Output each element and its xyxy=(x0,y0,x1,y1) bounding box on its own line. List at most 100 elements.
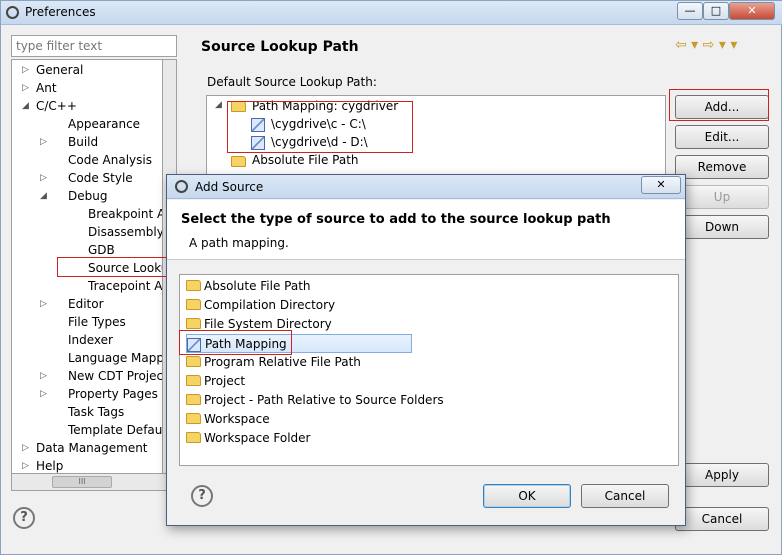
tree-item[interactable]: ▷ Property Pages Setti xyxy=(12,385,162,403)
source-type-item[interactable]: Project - Path Relative to Source Folder… xyxy=(186,391,444,410)
minimize-button[interactable]: — xyxy=(677,2,703,20)
expand-arrow-icon[interactable]: ▷ xyxy=(22,439,32,457)
up-button[interactable]: Up xyxy=(675,185,769,209)
expand-arrow-icon[interactable]: ▷ xyxy=(22,79,32,97)
source-type-item[interactable]: Workspace Folder xyxy=(186,429,412,448)
tree-item[interactable]: Template Default Va xyxy=(12,421,162,439)
selection-highlight xyxy=(57,257,175,277)
tree-item-label: Indexer xyxy=(68,333,113,347)
tree-item[interactable]: Breakpoint Actio xyxy=(12,205,162,223)
tree-item-label: Code Analysis xyxy=(68,153,152,167)
default-lookup-label: Default Source Lookup Path: xyxy=(207,75,377,89)
tree-item-label: Editor xyxy=(68,297,104,311)
apply-button[interactable]: Apply xyxy=(675,463,769,487)
dialog-cancel-button[interactable]: Cancel xyxy=(581,484,669,508)
add-source-dialog: Add Source ✕ Select the type of source t… xyxy=(166,174,686,526)
filter-input[interactable] xyxy=(11,35,177,57)
expand-arrow-icon[interactable]: ◢ xyxy=(22,97,32,115)
expand-arrow-icon[interactable]: ▷ xyxy=(40,133,50,151)
folder-icon xyxy=(186,375,201,386)
tree-item-label: Code Style xyxy=(68,171,133,185)
title-bar: Preferences — □ ✕ xyxy=(1,1,782,25)
folder-icon xyxy=(186,432,201,443)
folder-icon xyxy=(186,394,201,405)
expand-arrow-icon[interactable]: ◢ xyxy=(215,100,222,110)
tree-item-label: New CDT Project Wi xyxy=(68,369,163,383)
dialog-heading: Select the type of source to add to the … xyxy=(181,212,611,227)
tree-item[interactable]: Appearance xyxy=(12,115,162,133)
expand-arrow-icon[interactable]: ▷ xyxy=(40,367,50,385)
tree-item[interactable]: ▷ Build xyxy=(12,133,162,151)
tree-item[interactable]: ▷ Data Management xyxy=(12,439,162,457)
tree-item-label: General xyxy=(36,63,84,77)
cancel-button[interactable]: Cancel xyxy=(675,507,769,531)
close-button[interactable]: ✕ xyxy=(729,2,775,20)
tree-item[interactable]: ▷ Editor xyxy=(12,295,162,313)
tree-item-label: Data Management xyxy=(36,441,148,455)
tree-item[interactable]: Indexer xyxy=(12,331,162,349)
source-type-label: Project xyxy=(204,374,246,388)
source-type-label: Program Relative File Path xyxy=(204,355,361,369)
maximize-button[interactable]: □ xyxy=(703,2,729,20)
expand-arrow-icon[interactable]: ◢ xyxy=(40,187,50,205)
path-mapping-highlight xyxy=(227,101,413,153)
tree-item-label: Tracepoint Actio xyxy=(88,279,163,293)
tree-item-label: Language Mappings xyxy=(68,351,163,365)
tree-item[interactable]: Tracepoint Actio xyxy=(12,277,162,295)
source-type-label: Workspace Folder xyxy=(204,431,311,445)
nav-arrows[interactable]: ⇦ ▾ ⇨ ▾ ▾ xyxy=(675,37,737,53)
dialog-close-button[interactable]: ✕ xyxy=(641,176,681,194)
dialog-help-icon[interactable]: ? xyxy=(191,485,213,507)
tree-item-label: Template Default Va xyxy=(68,423,163,437)
tree-item[interactable]: ▷ Ant xyxy=(12,79,162,97)
source-type-label: Absolute File Path xyxy=(204,279,311,293)
tree-item[interactable]: ▷ New CDT Project Wi xyxy=(12,367,162,385)
source-type-label: Compilation Directory xyxy=(204,298,336,312)
source-type-item[interactable]: Compilation Directory xyxy=(186,296,412,315)
tree-item-label: Property Pages Setti xyxy=(68,387,162,401)
help-icon[interactable]: ? xyxy=(13,507,35,529)
source-type-item[interactable]: Absolute File Path xyxy=(186,277,412,296)
expand-arrow-icon[interactable]: ▷ xyxy=(22,61,32,79)
scroll-thumb[interactable]: III xyxy=(52,476,112,488)
expand-arrow-icon[interactable]: ▷ xyxy=(40,385,50,403)
edit-button[interactable]: Edit... xyxy=(675,125,769,149)
remove-button[interactable]: Remove xyxy=(675,155,769,179)
add-button-highlight xyxy=(669,89,769,121)
folder-icon xyxy=(186,299,201,310)
source-type-label: Workspace xyxy=(204,412,270,426)
window-title: Preferences xyxy=(25,5,96,19)
dialog-app-icon xyxy=(175,180,188,193)
tree-item[interactable]: ◢ C/C++ xyxy=(12,97,162,115)
folder-icon xyxy=(186,280,201,291)
folder-icon xyxy=(231,156,246,167)
tree-horizontal-scrollbar[interactable]: III xyxy=(11,473,177,491)
ok-button[interactable]: OK xyxy=(483,484,571,508)
tree-item[interactable]: Language Mappings xyxy=(12,349,162,367)
dialog-title-bar: Add Source ✕ xyxy=(167,175,685,199)
folder-icon xyxy=(186,356,201,367)
expand-arrow-icon[interactable]: ▷ xyxy=(40,169,50,187)
tree-item-label: Breakpoint Actio xyxy=(88,207,162,221)
expand-arrow-icon[interactable]: ▷ xyxy=(40,295,50,313)
tree-item-label: Disassembly xyxy=(88,225,163,239)
source-type-item[interactable]: Workspace xyxy=(186,410,412,429)
dialog-title: Add Source xyxy=(195,180,264,194)
tree-item-label: Ant xyxy=(36,81,57,95)
tree-item-label: Debug xyxy=(68,189,108,203)
tree-item[interactable]: ◢ Debug xyxy=(12,187,162,205)
tree-item[interactable]: Code Analysis xyxy=(12,151,162,169)
tree-item[interactable]: Disassembly xyxy=(12,223,162,241)
tree-item-label: C/C++ xyxy=(36,99,77,113)
tree-item[interactable]: ▷ General xyxy=(12,61,162,79)
tree-item[interactable]: Task Tags xyxy=(12,403,162,421)
tree-item[interactable]: ▷ Code Style xyxy=(12,169,162,187)
absolute-path-item[interactable]: Absolute File Path xyxy=(252,153,359,167)
tree-item-label: Appearance xyxy=(68,117,141,131)
down-button[interactable]: Down xyxy=(675,215,769,239)
source-type-item[interactable]: Program Relative File Path xyxy=(186,353,412,372)
page-title: Source Lookup Path xyxy=(201,39,359,55)
tree-item[interactable]: File Types xyxy=(12,313,162,331)
app-icon xyxy=(6,6,19,19)
source-type-item[interactable]: Project xyxy=(186,372,412,391)
